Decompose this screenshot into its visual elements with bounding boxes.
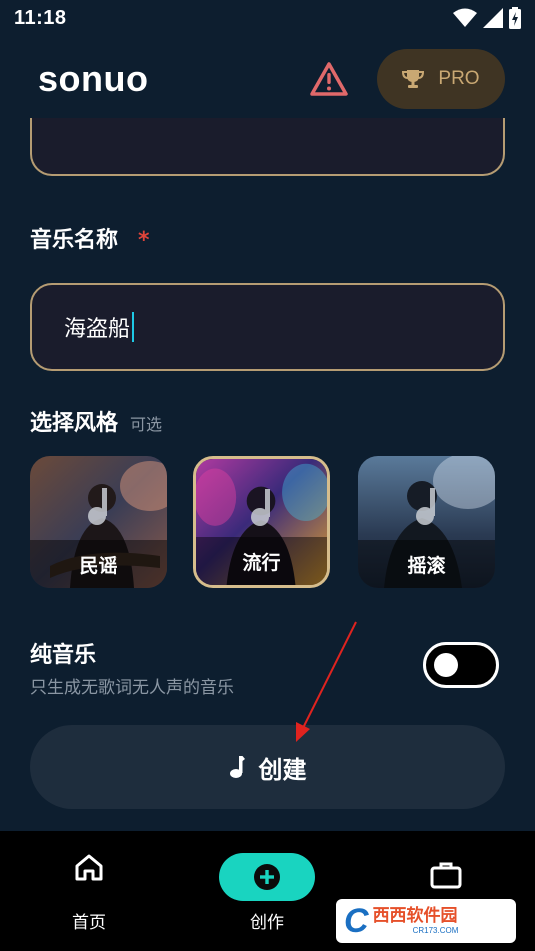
toggle-knob: [434, 653, 458, 677]
status-bar: 11:18: [0, 0, 535, 36]
watermark-sub: CR173.COM: [412, 925, 459, 935]
instrumental-toggle[interactable]: [423, 642, 499, 688]
status-time: 11:18: [14, 6, 67, 29]
warning-icon: [310, 62, 348, 96]
create-button[interactable]: 创建: [30, 725, 505, 809]
app-header: sonuo PRO: [0, 40, 535, 118]
music-name-value: 海盗船: [64, 317, 131, 342]
instrumental-title: 纯音乐: [30, 643, 97, 668]
pro-button[interactable]: PRO: [377, 49, 505, 109]
watermark-main: 西西软件园: [372, 905, 458, 926]
text-caret: [132, 312, 135, 342]
home-icon: [75, 854, 103, 881]
prompt-field[interactable]: [30, 118, 505, 176]
style-section-label: 选择风格 可选: [30, 405, 162, 437]
required-mark: *: [138, 228, 150, 253]
pro-label: PRO: [438, 68, 480, 89]
plus-circle-icon: [254, 864, 280, 890]
status-icons: [453, 7, 521, 29]
nav-label-home: 首页: [72, 913, 106, 933]
watermark-logo: C 西西软件园 CR173.COM: [336, 899, 516, 943]
warning-button[interactable]: [309, 59, 349, 99]
style-card-pop[interactable]: 流行: [193, 456, 330, 588]
create-button-label: 创建: [258, 755, 307, 784]
signal-icon: [483, 8, 503, 28]
nav-item-home[interactable]: 首页: [29, 831, 149, 951]
wifi-icon: [453, 8, 477, 27]
nav-item-create[interactable]: 创作: [207, 831, 327, 951]
style-section-title: 选择风格: [30, 411, 119, 436]
nav-label-create: 创作: [250, 913, 284, 933]
create-nav-pill: [219, 853, 315, 901]
music-note-icon: [250, 488, 270, 526]
briefcase-icon: [430, 862, 462, 889]
app-logo: sonuo: [38, 58, 149, 99]
music-name-label: 音乐名称 *: [30, 222, 150, 254]
style-label-pop: 流行: [196, 537, 327, 585]
style-label-rock: 摇滚: [358, 540, 495, 588]
watermark-c-glyph: C: [344, 902, 369, 940]
battery-icon: [509, 7, 521, 29]
optional-hint: 可选: [130, 415, 163, 434]
music-note-icon: [87, 488, 107, 526]
music-name-input[interactable]: 海盗船: [30, 283, 505, 371]
style-card-rock[interactable]: 摇滚: [358, 456, 495, 588]
style-options: 民谣 流行 摇滚: [30, 456, 505, 588]
instrumental-description: 只生成无歌词无人声的音乐: [30, 678, 234, 698]
music-note-icon: [229, 756, 245, 778]
style-card-folk[interactable]: 民谣: [30, 456, 167, 588]
style-label-folk: 民谣: [30, 540, 167, 588]
music-name-title: 音乐名称: [30, 228, 119, 253]
trophy-icon: [402, 70, 425, 88]
music-note-icon: [415, 488, 435, 526]
